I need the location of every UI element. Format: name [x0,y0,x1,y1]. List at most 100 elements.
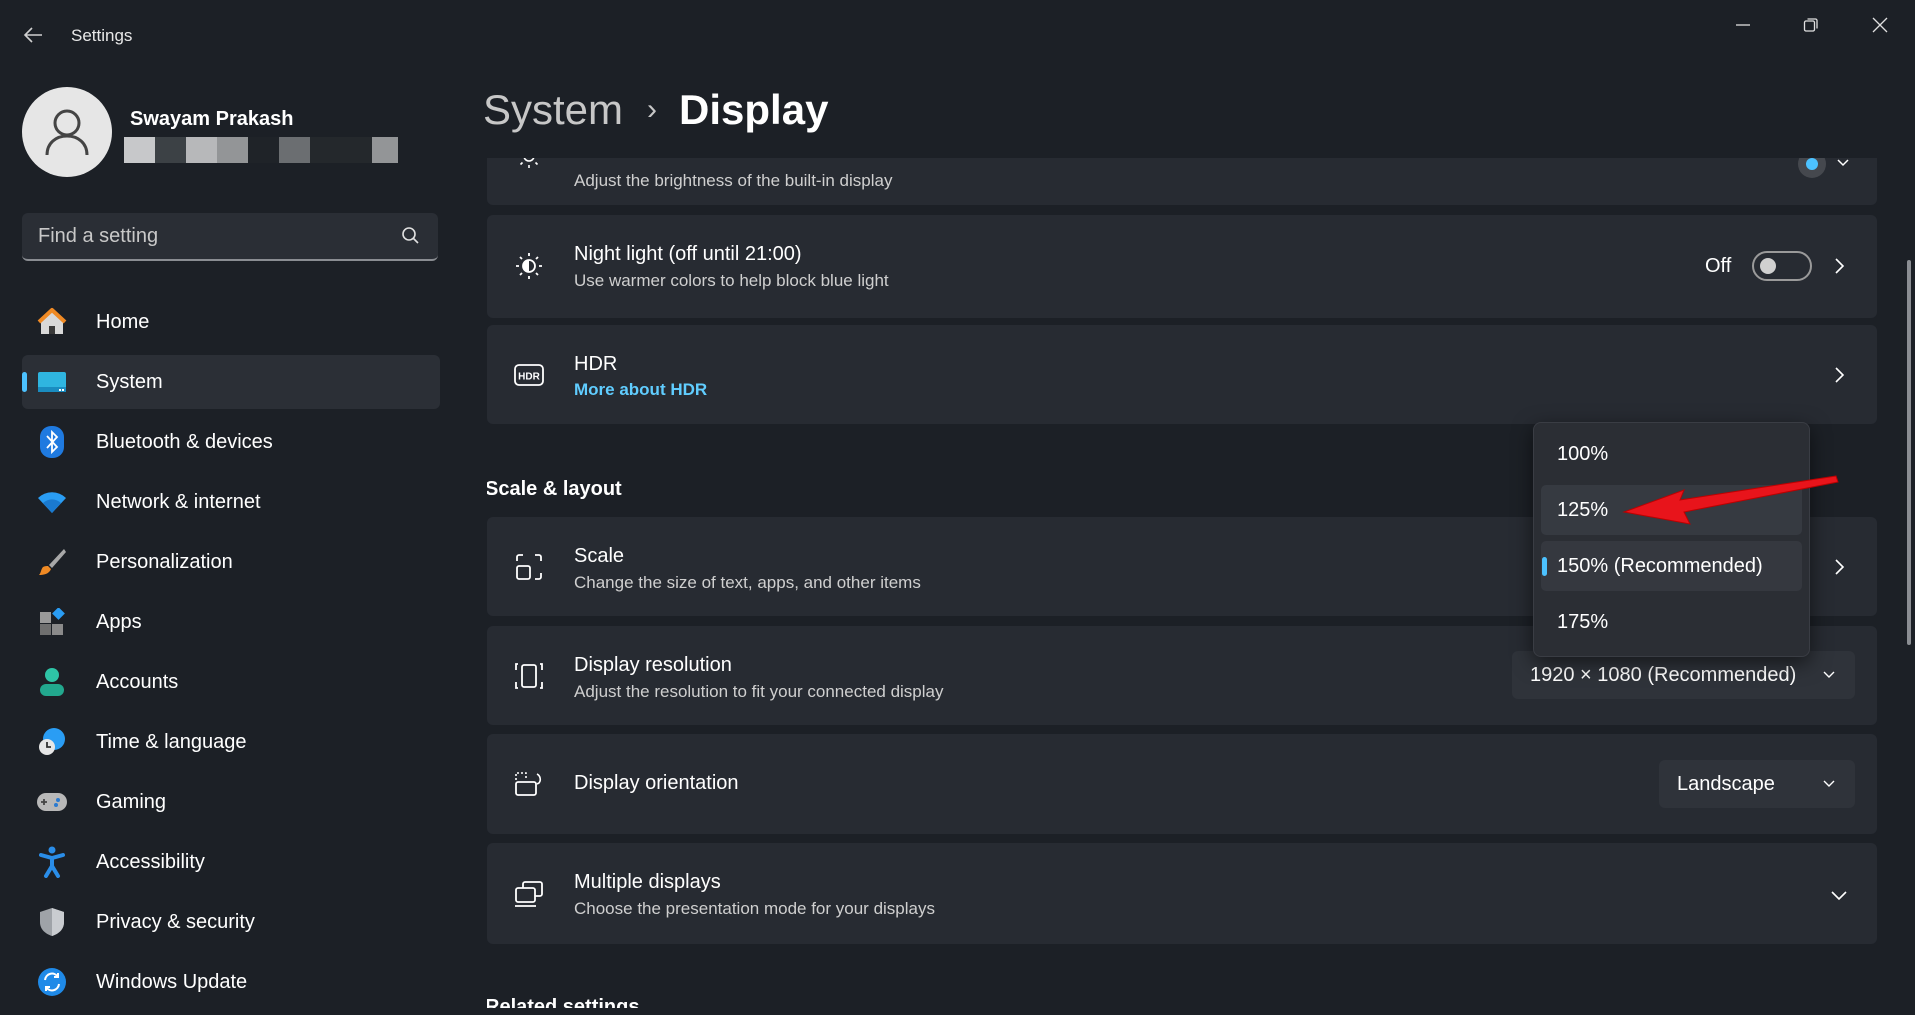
gamepad-icon [36,786,68,818]
restore-button[interactable] [1788,10,1834,40]
scale-icon [513,551,545,583]
sidebar-item-label: Personalization [96,550,233,573]
minimize-icon [1736,24,1750,26]
restore-icon [1803,18,1818,32]
sidebar-item-apps[interactable]: Apps [22,595,440,649]
shield-icon [36,906,68,938]
night-light-toggle-label: Off [1705,255,1732,277]
annotation-arrow-icon [1622,475,1839,525]
scrollbar[interactable] [1907,260,1911,645]
bluetooth-icon [36,426,68,458]
close-button[interactable] [1857,10,1903,40]
sidebar-item-system[interactable]: System [22,355,440,409]
chevron-right-icon[interactable] [1829,365,1849,385]
hdr-card[interactable]: HDR HDR More about HDR [487,325,1877,424]
avatar[interactable] [22,87,112,177]
sidebar-item-label: Apps [96,610,142,633]
sidebar-item-time-language[interactable]: Time & language [22,715,440,769]
brightness-card[interactable]: Adjust the brightness of the built-in di… [487,158,1877,205]
resolution-dropdown[interactable]: 1920 × 1080 (Recommended) [1512,651,1855,699]
wifi-icon [36,486,68,518]
back-arrow-icon [23,27,42,43]
page-title: Display [679,86,829,133]
sidebar-item-home[interactable]: Home [22,295,440,349]
chevron-right-icon[interactable] [1829,557,1849,577]
close-icon [1872,17,1888,33]
scale-option-175[interactable]: 175% [1541,597,1802,647]
sidebar-item-label: System [96,370,163,393]
night-light-title: Night light (off until 21:00) [574,243,802,265]
sidebar-item-privacy[interactable]: Privacy & security [22,895,440,949]
hdr-icon: HDR [513,359,545,391]
sidebar-item-network[interactable]: Network & internet [22,475,440,529]
sidebar-item-label: Windows Update [96,970,248,993]
hdr-title: HDR [574,353,618,375]
resolution-icon [513,660,545,692]
breadcrumb-parent[interactable]: System [483,86,623,134]
section-title-related-settings: Related settings [487,996,640,1008]
multiple-displays-title: Multiple displays [574,871,721,893]
chevron-down-icon [1823,780,1835,787]
scale-title: Scale [574,545,625,567]
sidebar-item-label: Privacy & security [96,910,255,933]
sidebar-item-label: Accessibility [96,850,205,873]
sidebar-item-label: Network & internet [96,490,261,513]
sidebar-item-label: Home [96,310,150,333]
sidebar-item-bluetooth[interactable]: Bluetooth & devices [22,415,440,469]
home-icon [36,306,68,338]
night-light-icon [513,250,545,282]
resolution-title: Display resolution [574,654,732,676]
display-orientation-card: Display orientation Landscape [487,734,1877,834]
hdr-learn-more-link[interactable]: More about HDR [574,380,707,400]
back-button[interactable] [20,22,46,48]
resolution-subtitle: Adjust the resolution to fit your connec… [574,682,944,701]
chevron-right-icon[interactable] [1829,256,1849,276]
person-icon [45,109,89,156]
search-icon[interactable] [400,225,422,247]
sidebar-item-label: Gaming [96,790,167,813]
brightness-slider-thumb[interactable] [1798,158,1826,178]
globe-clock-icon [36,726,68,758]
search-box[interactable] [22,213,438,261]
resolution-value: 1920 × 1080 (Recommended) [1530,663,1797,686]
sidebar-item-label: Bluetooth & devices [96,430,273,453]
scale-subtitle: Change the size of text, apps, and other… [574,573,921,592]
scale-dropdown-menu: 100% 125% 150% (Recommended) 175% [1533,422,1810,657]
brightness-icon [513,158,545,170]
accounts-icon [36,666,68,698]
orientation-icon [513,768,545,800]
breadcrumb: System › Display [483,86,828,134]
sidebar-item-personalization[interactable]: Personalization [22,535,440,589]
apps-icon [36,606,68,638]
minimize-button[interactable] [1720,10,1766,40]
night-light-card[interactable]: Night light (off until 21:00) Use warmer… [487,215,1877,318]
app-title: Settings [71,26,133,45]
chevron-down-icon[interactable] [1836,158,1850,168]
night-light-toggle[interactable] [1752,251,1812,281]
brightness-subtitle: Adjust the brightness of the built-in di… [574,171,893,190]
user-name: Swayam Prakash [130,108,294,130]
orientation-dropdown[interactable]: Landscape [1659,760,1855,808]
multiple-displays-icon [513,878,545,910]
chevron-down-icon [1823,671,1835,678]
sidebar-nav: Home System Bluetooth & devices Network … [22,295,440,1015]
svg-text:HDR: HDR [518,372,540,383]
sidebar-item-windows-update[interactable]: Windows Update [22,955,440,1009]
sidebar-item-gaming[interactable]: Gaming [22,775,440,829]
orientation-title: Display orientation [574,772,739,794]
redacted-email [124,137,398,163]
orientation-value: Landscape [1677,772,1775,795]
scale-option-150[interactable]: 150% (Recommended) [1541,541,1802,591]
search-input[interactable] [38,224,400,248]
chevron-down-icon[interactable] [1829,885,1849,905]
brush-icon [36,546,68,578]
breadcrumb-separator-icon: › [647,93,658,126]
system-icon [36,366,68,398]
sidebar-item-accounts[interactable]: Accounts [22,655,440,709]
multiple-displays-card[interactable]: Multiple displays Choose the presentatio… [487,843,1877,944]
section-title-scale-layout: Scale & layout [487,478,622,500]
sidebar-item-accessibility[interactable]: Accessibility [22,835,440,889]
sidebar-item-label: Time & language [96,730,247,753]
update-icon [36,966,68,998]
multiple-displays-subtitle: Choose the presentation mode for your di… [574,899,935,918]
